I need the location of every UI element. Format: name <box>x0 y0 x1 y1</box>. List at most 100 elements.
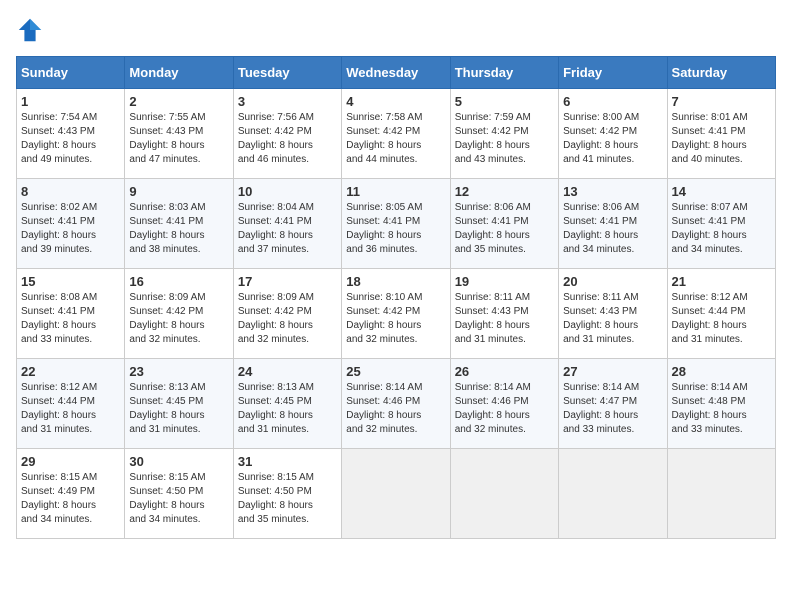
calendar-cell: 5 Sunrise: 7:59 AMSunset: 4:42 PMDaylight… <box>450 89 558 179</box>
day-number: 10 <box>238 184 337 199</box>
day-number: 11 <box>346 184 445 199</box>
day-number: 21 <box>672 274 771 289</box>
day-info: Sunrise: 8:13 AMSunset: 4:45 PMDaylight:… <box>129 381 228 437</box>
calendar-cell: 13 Sunrise: 8:06 AMSunset: 4:41 PMDayligh… <box>559 179 667 269</box>
day-info: Sunrise: 7:56 AMSunset: 4:42 PMDaylight:… <box>238 111 337 167</box>
day-number: 17 <box>238 274 337 289</box>
day-info: Sunrise: 8:14 AMSunset: 4:46 PMDaylight:… <box>455 381 554 437</box>
calendar-week-row: 8 Sunrise: 8:02 AMSunset: 4:41 PMDaylight… <box>17 179 776 269</box>
calendar-header-row: SundayMondayTuesdayWednesdayThursdayFrid… <box>17 57 776 89</box>
calendar-cell: 18Sunrise: 8:10 AMSunset: 4:42 PMDayligh… <box>342 269 450 359</box>
day-number: 3 <box>238 94 337 109</box>
day-info: Sunrise: 8:14 AMSunset: 4:47 PMDaylight:… <box>563 381 662 437</box>
day-number: 22 <box>21 364 120 379</box>
calendar-cell: 12 Sunrise: 8:06 AMSunset: 4:41 PMDayligh… <box>450 179 558 269</box>
calendar-cell: 3 Sunrise: 7:56 AMSunset: 4:42 PMDaylight… <box>233 89 341 179</box>
day-info: Sunrise: 8:03 AMSunset: 4:41 PMDaylight:… <box>129 201 228 257</box>
day-info: Sunrise: 8:06 AMSunset: 4:41 PMDaylight:… <box>563 201 662 257</box>
calendar-cell: 11 Sunrise: 8:05 AMSunset: 4:41 PMDayligh… <box>342 179 450 269</box>
day-number: 4 <box>346 94 445 109</box>
calendar-cell: 15 Sunrise: 8:08 AMSunset: 4:41 PMDayligh… <box>17 269 125 359</box>
page-header <box>16 16 776 44</box>
day-header-wednesday: Wednesday <box>342 57 450 89</box>
day-number: 25 <box>346 364 445 379</box>
calendar-cell: 31 Sunrise: 8:15 AMSunset: 4:50 PMDayligh… <box>233 449 341 539</box>
calendar-cell: 20 Sunrise: 8:11 AMSunset: 4:43 PMDayligh… <box>559 269 667 359</box>
calendar-week-row: 22 Sunrise: 8:12 AMSunset: 4:44 PMDayligh… <box>17 359 776 449</box>
day-info: Sunrise: 8:04 AMSunset: 4:41 PMDaylight:… <box>238 201 337 257</box>
calendar-week-row: 1 Sunrise: 7:54 AMSunset: 4:43 PMDaylight… <box>17 89 776 179</box>
day-number: 29 <box>21 454 120 469</box>
day-info: Sunrise: 8:15 AMSunset: 4:49 PMDaylight:… <box>21 471 120 527</box>
day-info: Sunrise: 7:59 AMSunset: 4:42 PMDaylight:… <box>455 111 554 167</box>
day-number: 24 <box>238 364 337 379</box>
day-number: 8 <box>21 184 120 199</box>
day-header-tuesday: Tuesday <box>233 57 341 89</box>
day-number: 1 <box>21 94 120 109</box>
calendar-cell: 27Sunrise: 8:14 AMSunset: 4:47 PMDayligh… <box>559 359 667 449</box>
calendar-cell <box>667 449 775 539</box>
calendar-cell: 4 Sunrise: 7:58 AMSunset: 4:42 PMDaylight… <box>342 89 450 179</box>
day-info: Sunrise: 8:15 AMSunset: 4:50 PMDaylight:… <box>238 471 337 527</box>
day-info: Sunrise: 8:05 AMSunset: 4:41 PMDaylight:… <box>346 201 445 257</box>
calendar-cell: 8 Sunrise: 8:02 AMSunset: 4:41 PMDaylight… <box>17 179 125 269</box>
day-info: Sunrise: 7:58 AMSunset: 4:42 PMDaylight:… <box>346 111 445 167</box>
day-info: Sunrise: 8:09 AMSunset: 4:42 PMDaylight:… <box>129 291 228 347</box>
day-info: Sunrise: 8:14 AMSunset: 4:48 PMDaylight:… <box>672 381 771 437</box>
calendar-cell <box>450 449 558 539</box>
day-header-sunday: Sunday <box>17 57 125 89</box>
day-number: 15 <box>21 274 120 289</box>
day-info: Sunrise: 8:10 AMSunset: 4:42 PMDaylight:… <box>346 291 445 347</box>
day-number: 5 <box>455 94 554 109</box>
day-info: Sunrise: 8:11 AMSunset: 4:43 PMDaylight:… <box>563 291 662 347</box>
day-number: 6 <box>563 94 662 109</box>
calendar-week-row: 29 Sunrise: 8:15 AMSunset: 4:49 PMDayligh… <box>17 449 776 539</box>
day-header-friday: Friday <box>559 57 667 89</box>
day-header-saturday: Saturday <box>667 57 775 89</box>
day-number: 16 <box>129 274 228 289</box>
day-info: Sunrise: 8:09 AMSunset: 4:42 PMDaylight:… <box>238 291 337 347</box>
calendar-cell: 23 Sunrise: 8:13 AMSunset: 4:45 PMDayligh… <box>125 359 233 449</box>
calendar-cell: 6 Sunrise: 8:00 AMSunset: 4:42 PMDaylight… <box>559 89 667 179</box>
day-header-thursday: Thursday <box>450 57 558 89</box>
calendar-cell: 16 Sunrise: 8:09 AMSunset: 4:42 PMDayligh… <box>125 269 233 359</box>
day-number: 7 <box>672 94 771 109</box>
calendar-cell: 17 Sunrise: 8:09 AMSunset: 4:42 PMDayligh… <box>233 269 341 359</box>
day-number: 26 <box>455 364 554 379</box>
calendar-cell: 28Sunrise: 8:14 AMSunset: 4:48 PMDayligh… <box>667 359 775 449</box>
calendar-cell: 24Sunrise: 8:13 AMSunset: 4:45 PMDayligh… <box>233 359 341 449</box>
day-header-monday: Monday <box>125 57 233 89</box>
calendar-cell: 26 Sunrise: 8:14 AMSunset: 4:46 PMDayligh… <box>450 359 558 449</box>
day-number: 23 <box>129 364 228 379</box>
day-number: 2 <box>129 94 228 109</box>
calendar-cell: 30Sunrise: 8:15 AMSunset: 4:50 PMDayligh… <box>125 449 233 539</box>
calendar-cell: 14 Sunrise: 8:07 AMSunset: 4:41 PMDayligh… <box>667 179 775 269</box>
day-number: 13 <box>563 184 662 199</box>
day-info: Sunrise: 8:00 AMSunset: 4:42 PMDaylight:… <box>563 111 662 167</box>
day-number: 31 <box>238 454 337 469</box>
day-number: 14 <box>672 184 771 199</box>
day-info: Sunrise: 8:08 AMSunset: 4:41 PMDaylight:… <box>21 291 120 347</box>
day-number: 19 <box>455 274 554 289</box>
logo-icon <box>16 16 44 44</box>
day-number: 12 <box>455 184 554 199</box>
day-info: Sunrise: 7:54 AMSunset: 4:43 PMDaylight:… <box>21 111 120 167</box>
day-info: Sunrise: 8:07 AMSunset: 4:41 PMDaylight:… <box>672 201 771 257</box>
calendar-cell: 7 Sunrise: 8:01 AMSunset: 4:41 PMDaylight… <box>667 89 775 179</box>
day-info: Sunrise: 8:12 AMSunset: 4:44 PMDaylight:… <box>672 291 771 347</box>
calendar-cell <box>342 449 450 539</box>
day-number: 20 <box>563 274 662 289</box>
day-info: Sunrise: 8:12 AMSunset: 4:44 PMDaylight:… <box>21 381 120 437</box>
calendar-cell: 19 Sunrise: 8:11 AMSunset: 4:43 PMDayligh… <box>450 269 558 359</box>
calendar-cell: 29 Sunrise: 8:15 AMSunset: 4:49 PMDayligh… <box>17 449 125 539</box>
day-info: Sunrise: 8:01 AMSunset: 4:41 PMDaylight:… <box>672 111 771 167</box>
calendar-cell: 22 Sunrise: 8:12 AMSunset: 4:44 PMDayligh… <box>17 359 125 449</box>
day-info: Sunrise: 8:15 AMSunset: 4:50 PMDaylight:… <box>129 471 228 527</box>
day-info: Sunrise: 8:02 AMSunset: 4:41 PMDaylight:… <box>21 201 120 257</box>
day-info: Sunrise: 8:11 AMSunset: 4:43 PMDaylight:… <box>455 291 554 347</box>
calendar-cell: 21 Sunrise: 8:12 AMSunset: 4:44 PMDayligh… <box>667 269 775 359</box>
logo <box>16 16 44 44</box>
calendar-cell: 1 Sunrise: 7:54 AMSunset: 4:43 PMDaylight… <box>17 89 125 179</box>
day-info: Sunrise: 7:55 AMSunset: 4:43 PMDaylight:… <box>129 111 228 167</box>
day-info: Sunrise: 8:06 AMSunset: 4:41 PMDaylight:… <box>455 201 554 257</box>
